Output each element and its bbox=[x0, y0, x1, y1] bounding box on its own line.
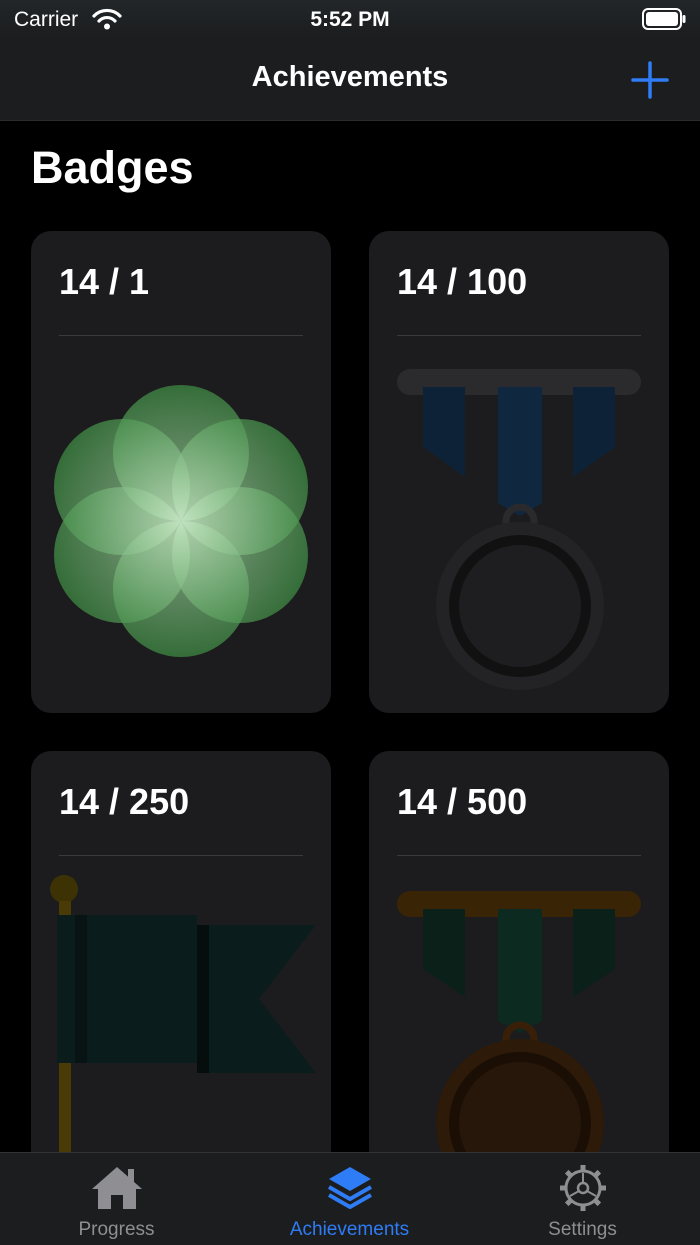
tab-label: Settings bbox=[548, 1219, 617, 1240]
divider bbox=[397, 335, 641, 336]
badge-label: 14 / 100 bbox=[397, 261, 528, 302]
medal-icon bbox=[397, 369, 641, 690]
tab-settings[interactable]: Settings bbox=[466, 1153, 699, 1245]
bronze-medal-icon bbox=[397, 891, 641, 1171]
tab-label: Progress bbox=[78, 1219, 155, 1240]
status-bar: Carrier 5:52 PM bbox=[0, 0, 700, 40]
tab-progress[interactable]: Progress bbox=[0, 1153, 233, 1245]
navigation-bar: Achievements bbox=[0, 40, 700, 121]
divider bbox=[59, 335, 303, 336]
badge-card[interactable]: 14 / 100 bbox=[369, 231, 669, 713]
badge-card[interactable]: 14 / 500 bbox=[369, 751, 669, 1171]
layers-icon bbox=[327, 1167, 372, 1209]
tab-label: Achievements bbox=[289, 1219, 410, 1240]
badge-card[interactable]: 14 / 250 bbox=[31, 751, 331, 1171]
badge-label: 14 / 250 bbox=[59, 781, 190, 822]
flower-badge-icon bbox=[54, 385, 308, 657]
flag-icon bbox=[50, 875, 316, 1171]
house-icon bbox=[91, 1167, 142, 1209]
badge-label: 14 / 500 bbox=[397, 781, 528, 822]
nav-title: Achievements bbox=[251, 61, 449, 93]
badge-label: 14 / 1 bbox=[59, 261, 150, 302]
tab-achievements[interactable]: Achievements bbox=[233, 1153, 466, 1245]
divider bbox=[59, 855, 303, 856]
tab-bar: Progress Achievements Settings bbox=[0, 1152, 700, 1245]
section-title: Badges bbox=[31, 142, 194, 193]
gear-icon bbox=[559, 1165, 606, 1211]
battery-icon bbox=[642, 8, 686, 35]
divider bbox=[397, 855, 641, 856]
badge-card[interactable]: 14 / 1 bbox=[31, 231, 331, 713]
plus-icon bbox=[631, 61, 669, 99]
clock: 5:52 PM bbox=[310, 8, 390, 31]
add-button[interactable] bbox=[630, 60, 670, 100]
